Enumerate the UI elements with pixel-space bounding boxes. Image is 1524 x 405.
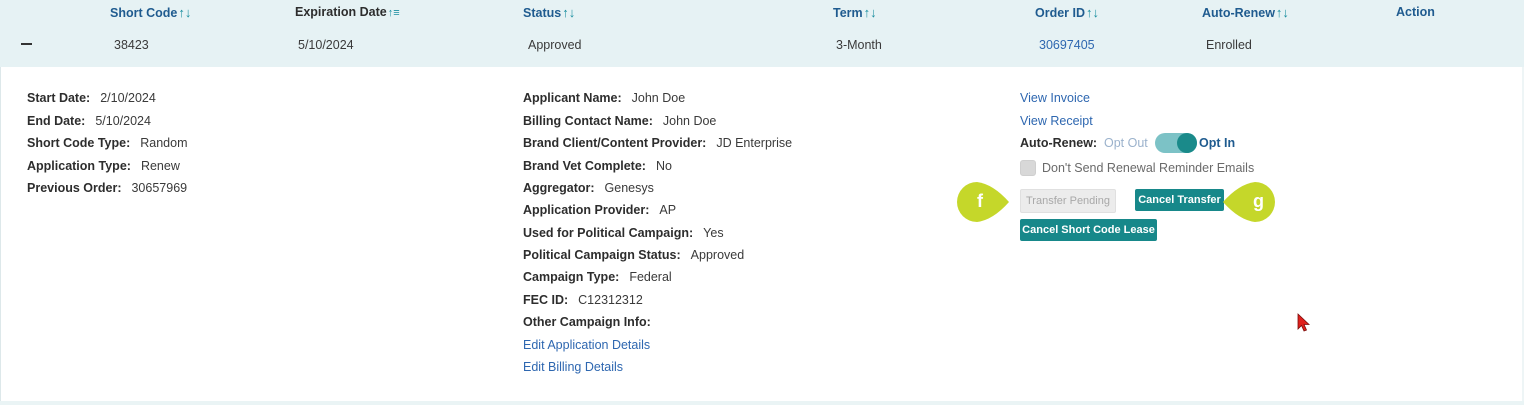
detail-applicant-name: Applicant Name: John Doe bbox=[523, 91, 686, 105]
callout-f-marker bbox=[957, 182, 1009, 222]
detail-political-campaign: Used for Political Campaign: Yes bbox=[523, 226, 724, 240]
edit-application-details-link[interactable]: Edit Application Details bbox=[523, 338, 650, 352]
detail-short-code-type: Short Code Type: Random bbox=[27, 136, 188, 150]
view-receipt-link[interactable]: View Receipt bbox=[1020, 114, 1093, 128]
sort-icon[interactable]: ↑↓ bbox=[178, 5, 191, 20]
panel-bottom-border bbox=[0, 401, 1524, 405]
detail-brand-client: Brand Client/Content Provider: JD Enterpr… bbox=[523, 136, 793, 150]
row-short-code: 38423 bbox=[114, 38, 149, 52]
detail-fec-id: FEC ID: C12312312 bbox=[523, 293, 643, 307]
column-header-term[interactable]: Term↑↓ bbox=[833, 5, 877, 20]
detail-brand-vet-complete: Brand Vet Complete: No bbox=[523, 159, 672, 173]
detail-previous-order: Previous Order: 30657969 bbox=[27, 181, 188, 195]
detail-political-campaign-status: Political Campaign Status: Approved bbox=[523, 248, 745, 262]
view-invoice-link[interactable]: View Invoice bbox=[1020, 91, 1090, 105]
edit-billing-details-link[interactable]: Edit Billing Details bbox=[523, 360, 623, 374]
cancel-transfer-button[interactable]: Cancel Transfer bbox=[1135, 189, 1224, 211]
row-expiration-date: 5/10/2024 bbox=[298, 38, 354, 52]
row-term: 3-Month bbox=[836, 38, 882, 52]
sort-icon[interactable]: ↑↓ bbox=[1276, 5, 1289, 20]
callout-f-label: f bbox=[977, 191, 983, 211]
auto-renew-label: Auto-Renew: bbox=[1020, 136, 1098, 150]
column-header-order-id[interactable]: Order ID↑↓ bbox=[1035, 5, 1099, 20]
column-header-expiration-date[interactable]: Expiration Date↑≡ bbox=[295, 5, 400, 19]
table-header-band bbox=[0, 0, 1524, 67]
column-header-short-code[interactable]: Short Code↑↓ bbox=[110, 5, 191, 20]
row-auto-renew: Enrolled bbox=[1206, 38, 1252, 52]
detail-application-provider: Application Provider: AP bbox=[523, 203, 677, 217]
row-order-id-link[interactable]: 30697405 bbox=[1039, 38, 1095, 52]
panel-border bbox=[0, 67, 1, 403]
row-status: Approved bbox=[528, 38, 582, 52]
sort-icon[interactable]: ↑↓ bbox=[1086, 5, 1099, 20]
reminder-checkbox[interactable] bbox=[1020, 160, 1036, 176]
detail-application-type: Application Type: Renew bbox=[27, 159, 180, 173]
mouse-cursor-icon bbox=[1297, 313, 1310, 332]
opt-in-label: Opt In bbox=[1199, 136, 1236, 150]
callout-g-marker bbox=[1223, 182, 1275, 222]
column-header-auto-renew[interactable]: Auto-Renew↑↓ bbox=[1202, 5, 1289, 20]
sort-icon[interactable]: ↑↓ bbox=[562, 5, 575, 20]
transfer-pending-button: Transfer Pending bbox=[1020, 189, 1116, 213]
previous-order-link[interactable]: 30657969 bbox=[131, 181, 187, 195]
detail-start-date: Start Date: 2/10/2024 bbox=[27, 91, 156, 105]
column-header-status[interactable]: Status↑↓ bbox=[523, 5, 575, 20]
detail-billing-contact-name: Billing Contact Name: John Doe bbox=[523, 114, 717, 128]
toggle-knob bbox=[1177, 133, 1197, 153]
detail-campaign-type: Campaign Type: Federal bbox=[523, 270, 672, 284]
sort-active-icon[interactable]: ↑≡ bbox=[388, 7, 400, 19]
cancel-short-code-lease-button[interactable]: Cancel Short Code Lease bbox=[1020, 219, 1157, 241]
detail-other-campaign-info: Other Campaign Info: bbox=[523, 315, 651, 329]
detail-end-date: End Date: 5/10/2024 bbox=[27, 114, 151, 128]
auto-renew-toggle[interactable] bbox=[1155, 133, 1197, 153]
column-header-action: Action bbox=[1396, 5, 1435, 19]
reminder-checkbox-label: Don't Send Renewal Reminder Emails bbox=[1042, 161, 1255, 175]
callout-g-label: g bbox=[1253, 191, 1264, 211]
sort-icon[interactable]: ↑↓ bbox=[864, 5, 877, 20]
collapse-row-icon[interactable] bbox=[21, 43, 32, 45]
opt-out-label: Opt Out bbox=[1104, 136, 1148, 150]
detail-aggregator: Aggregator: Genesys bbox=[523, 181, 654, 195]
